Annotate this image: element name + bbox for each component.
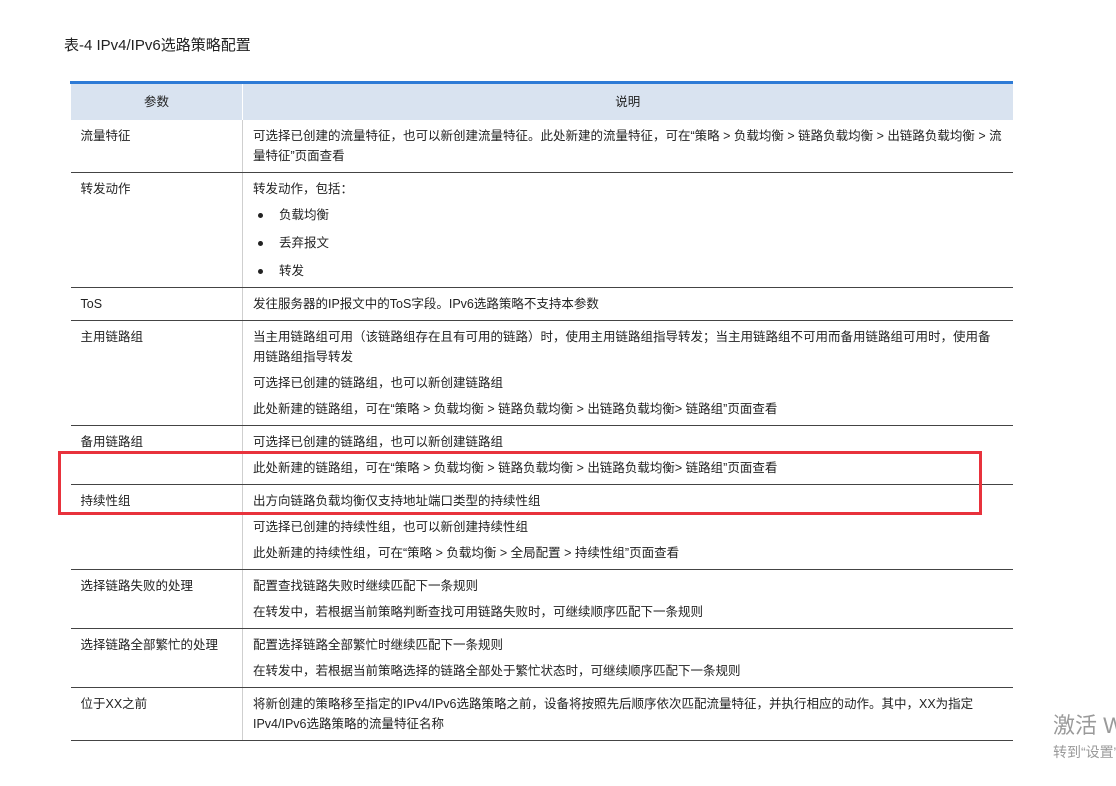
desc-cell: 当主用链路组可用（该链路组存在且有可用的链路）时，使用主用链路组指导转发；当主用… xyxy=(242,320,1013,426)
param-cell: 备用链路组 xyxy=(70,425,243,485)
table-row: 主用链路组 当主用链路组可用（该链路组存在且有可用的链路）时，使用主用链路组指导转… xyxy=(70,320,1013,426)
desc-paragraph: 将新创建的策略移至指定的IPv4/IPv6选路策略之前，设备将按照先后顺序依次匹… xyxy=(253,697,974,731)
desc-cell: 配置选择链路全部繁忙时继续匹配下一条规则在转发中，若根据当前策略选择的链路全部处… xyxy=(242,628,1013,688)
desc-paragraph: 可选择已创建的流量特征，也可以新创建流量特征。此处新建的流量特征，可在“策略 >… xyxy=(253,129,1002,163)
table-body: 流量特征 可选择已创建的流量特征，也可以新创建流量特征。此处新建的流量特征，可在“… xyxy=(70,120,1013,741)
desc-paragraph: 配置选择链路全部繁忙时继续匹配下一条规则 xyxy=(253,638,504,652)
desc-cell: 可选择已创建的链路组，也可以新创建链路组此处新建的链路组，可在“策略 > 负载均… xyxy=(242,425,1013,485)
desc-paragraph: 配置查找链路失败时继续匹配下一条规则 xyxy=(253,579,479,593)
desc-paragraph: 在转发中，若根据当前策略选择的链路全部处于繁忙状态时，可继续顺序匹配下一条规则 xyxy=(253,664,741,678)
config-table-container: 参数 说明 流量特征 可选择已创建的流量特征，也可以新创建流量特征。此处新建的流量… xyxy=(70,81,1013,741)
desc-cell: 出方向链路负载均衡仅支持地址端口类型的持续性组 可选择已创建的持续性组，也可以新创… xyxy=(242,484,1013,570)
header-param: 参数 xyxy=(70,81,243,120)
param-cell: 位于XX之前 xyxy=(70,687,243,741)
table-row: 位于XX之前 将新创建的策略移至指定的IPv4/IPv6选路策略之前，设备将按照先… xyxy=(70,687,1013,741)
desc-paragraph: 在转发中，若根据当前策略判断查找可用链路失败时，可继续顺序匹配下一条规则 xyxy=(253,605,704,619)
bullet-list: 负载均衡丢弃报文转发 xyxy=(253,205,1003,281)
desc-paragraph: 可选择已创建的持续性组，也可以新创建持续性组 xyxy=(253,520,529,534)
desc-cell: 配置查找链路失败时继续匹配下一条规则在转发中，若根据当前策略判断查找可用链路失败… xyxy=(242,569,1013,629)
desc-cell: 发往服务器的IP报文中的ToS字段。IPv6选路策略不支持本参数 xyxy=(242,287,1013,321)
table-caption: 表-4 IPv4/IPv6选路策略配置 xyxy=(64,37,251,54)
watermark-line2: 转到“设置” xyxy=(1053,744,1116,760)
desc-paragraph: 当主用链路组可用（该链路组存在且有可用的链路）时，使用主用链路组指导转发；当主用… xyxy=(253,330,991,364)
table-row: 选择链路全部繁忙的处理 配置选择链路全部繁忙时继续匹配下一条规则在转发中，若根据当… xyxy=(70,628,1013,688)
param-cell: 主用链路组 xyxy=(70,320,243,426)
table-row: 备用链路组 可选择已创建的链路组，也可以新创建链路组此处新建的链路组，可在“策略 … xyxy=(70,425,1013,485)
desc-cell: 转发动作，包括： 负载均衡丢弃报文转发 xyxy=(242,172,1013,288)
table-row: 持续性组 出方向链路负载均衡仅支持地址端口类型的持续性组 可选择已创建的持续性组，也… xyxy=(70,484,1013,570)
desc-cell: 可选择已创建的流量特征，也可以新创建流量特征。此处新建的流量特征，可在“策略 >… xyxy=(242,120,1013,173)
bullet-item: 转发 xyxy=(253,261,1003,281)
table-header-row: 参数 说明 xyxy=(70,81,1013,120)
desc-paragraph: 此处新建的持续性组，可在“策略 > 负载均衡 > 全局配置 > 持续性组”页面查… xyxy=(253,546,680,560)
table-row: 选择链路失败的处理 配置查找链路失败时继续匹配下一条规则在转发中，若根据当前策略判… xyxy=(70,569,1013,629)
desc-paragraph: 出方向链路负载均衡仅支持地址端口类型的持续性组 xyxy=(253,494,541,508)
table-row: ToS 发往服务器的IP报文中的ToS字段。IPv6选路策略不支持本参数 xyxy=(70,287,1013,321)
bullet-item: 丢弃报文 xyxy=(253,233,1003,253)
config-table: 参数 说明 流量特征 可选择已创建的流量特征，也可以新创建流量特征。此处新建的流量… xyxy=(70,81,1013,741)
table-row: 转发动作 转发动作，包括： 负载均衡丢弃报文转发 xyxy=(70,172,1013,288)
param-cell: 选择链路全部繁忙的处理 xyxy=(70,628,243,688)
desc-paragraph: 可选择已创建的链路组，也可以新创建链路组 xyxy=(253,435,504,449)
desc-paragraph: 转发动作，包括： xyxy=(253,182,354,196)
header-desc: 说明 xyxy=(242,81,1013,120)
param-cell: 流量特征 xyxy=(70,120,243,173)
param-cell: 选择链路失败的处理 xyxy=(70,569,243,629)
param-cell: 转发动作 xyxy=(70,172,243,288)
desc-paragraph: 可选择已创建的链路组，也可以新创建链路组 xyxy=(253,376,504,390)
desc-paragraph: 此处新建的链路组，可在“策略 > 负载均衡 > 链路负载均衡 > 出链路负载均衡… xyxy=(253,402,778,416)
desc-paragraph: 此处新建的链路组，可在“策略 > 负载均衡 > 链路负载均衡 > 出链路负载均衡… xyxy=(253,461,778,475)
table-row: 流量特征 可选择已创建的流量特征，也可以新创建流量特征。此处新建的流量特征，可在“… xyxy=(70,120,1013,173)
activation-watermark: 激活 W 转到“设置” xyxy=(1053,708,1116,762)
desc-paragraph: 发往服务器的IP报文中的ToS字段。IPv6选路策略不支持本参数 xyxy=(253,297,599,311)
bullet-item: 负载均衡 xyxy=(253,205,1003,225)
desc-cell: 将新创建的策略移至指定的IPv4/IPv6选路策略之前，设备将按照先后顺序依次匹… xyxy=(242,687,1013,741)
param-cell: ToS xyxy=(70,287,243,321)
param-cell: 持续性组 xyxy=(70,484,243,570)
watermark-line1: 激活 W xyxy=(1053,713,1116,738)
